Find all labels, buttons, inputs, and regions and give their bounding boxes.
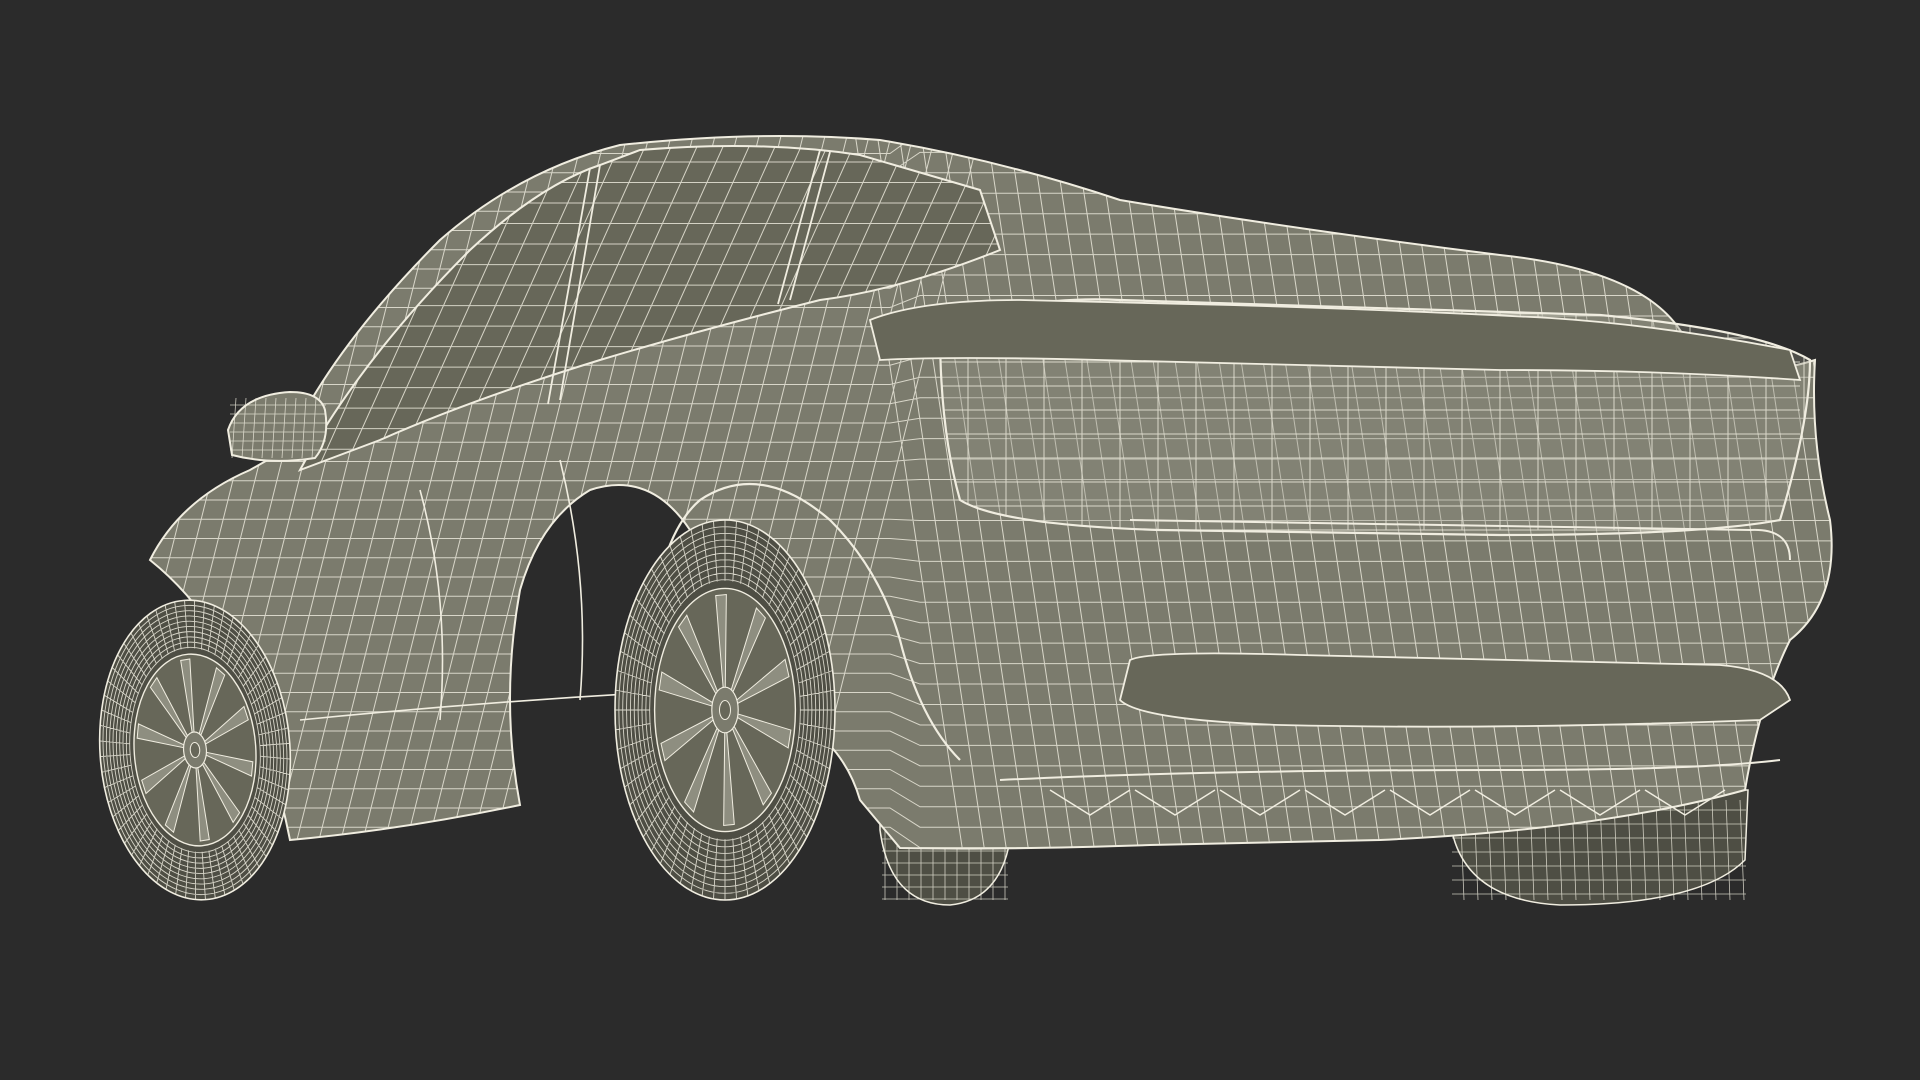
render-viewport bbox=[0, 0, 1920, 1080]
wireframe-car-icon bbox=[98, 135, 1833, 906]
rear-bumper-lower bbox=[1119, 652, 1792, 728]
side-mirror bbox=[226, 390, 328, 462]
rear-wheel-near bbox=[614, 519, 836, 901]
